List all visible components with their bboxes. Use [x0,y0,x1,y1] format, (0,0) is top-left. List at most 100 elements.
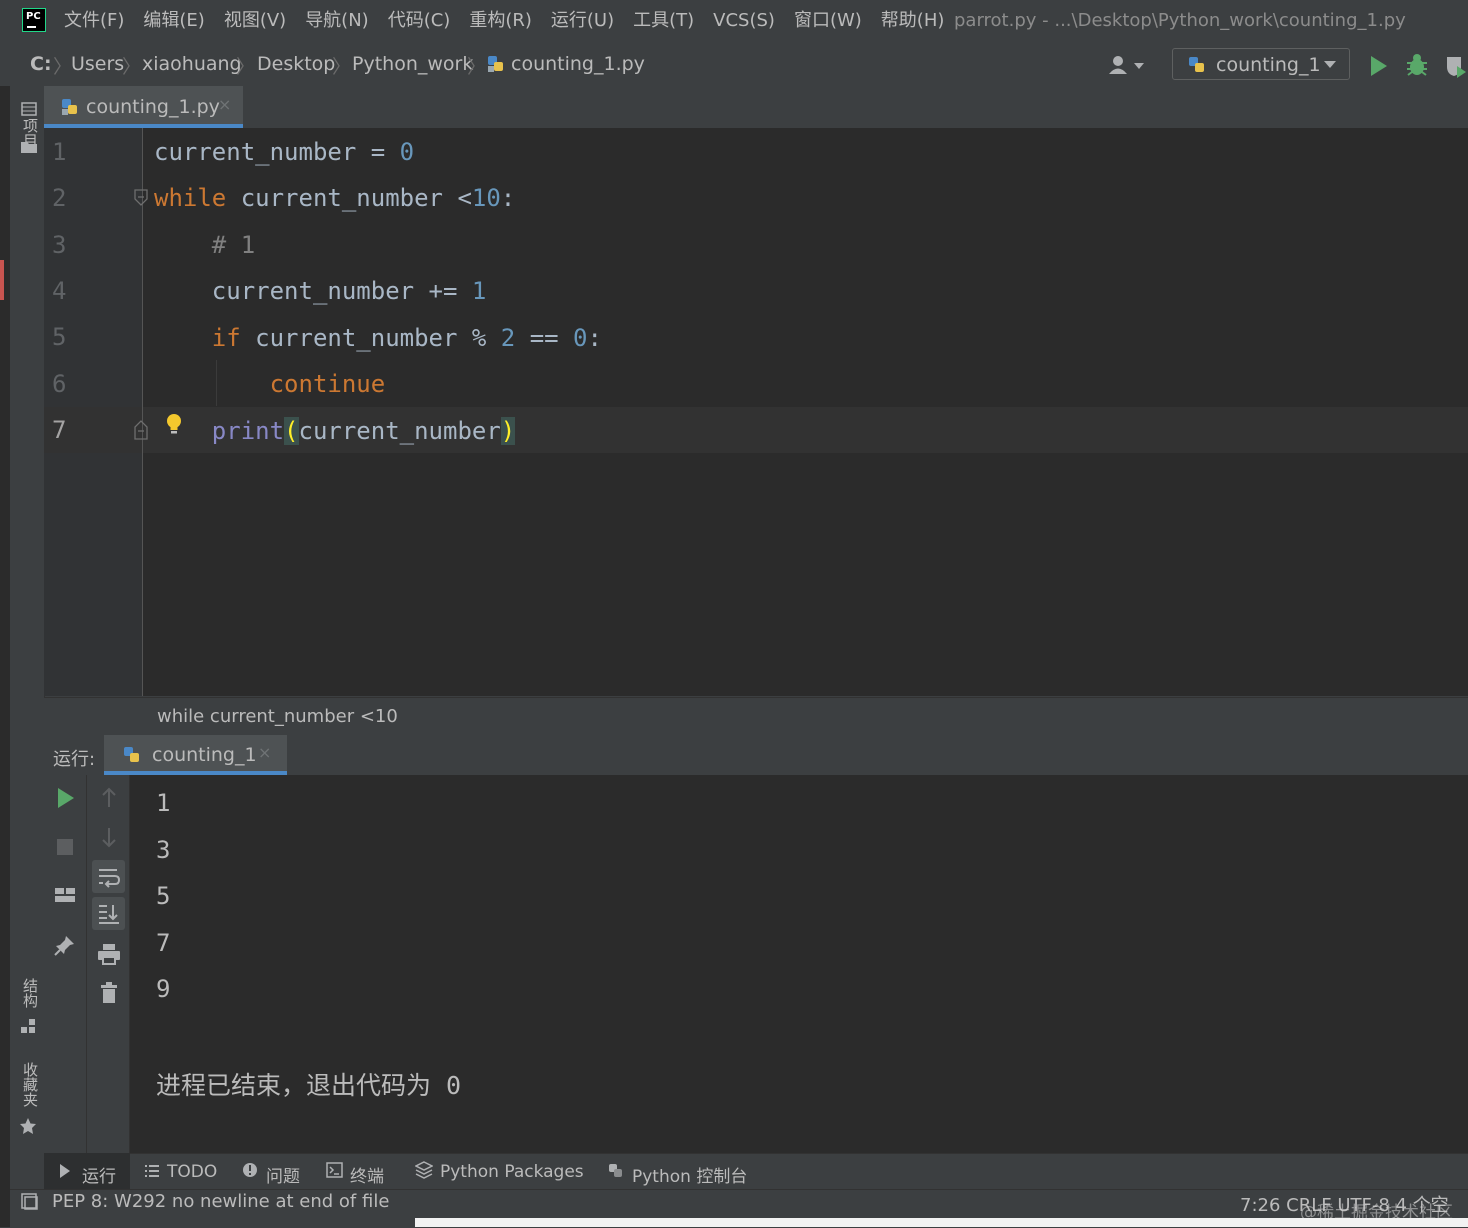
toolbar-divider [86,775,87,1153]
run-icon[interactable] [1369,55,1389,77]
bottom-tab-terminal[interactable]: 终端 [350,1162,384,1187]
menu-refactor[interactable]: 重构(R) [469,10,532,32]
python-icon [124,747,139,762]
up-arrow-icon[interactable] [100,787,118,809]
line-number: 5 [52,323,67,351]
run-tab-icon [60,1164,70,1178]
menu-edit[interactable]: 编辑(E) [143,10,204,32]
favorites-tool-label[interactable]: 收藏夹 [20,1062,41,1107]
bottom-tab-python-console[interactable]: Python 控制台 [632,1162,747,1187]
menu-view[interactable]: 视图(V) [224,10,286,32]
code-line-1: current_number = 0 [154,138,415,166]
editor-tab-counting[interactable]: counting_1.py × [44,86,243,128]
debug-icon[interactable] [1405,53,1429,77]
chevron-down-icon [1324,61,1336,68]
line-number: 3 [52,231,67,259]
pin-icon[interactable] [54,934,76,956]
soft-wrap-button[interactable] [92,860,125,893]
scroll-end-icon [99,905,119,924]
code-line-6: continue [269,370,386,398]
layout-icon[interactable] [54,886,76,904]
project-grid-icon [21,102,37,116]
user-icon[interactable] [1107,54,1147,76]
menu-vcs[interactable]: VCS(S) [713,10,775,32]
code-breadcrumb[interactable]: while current_number <10 [157,706,398,727]
code-breadcrumb-bar: while current_number <10 [44,697,1468,736]
breadcrumb-separator: 〉 [236,56,256,78]
pycharm-logo-icon: PC [22,8,46,32]
line-number: 4 [52,277,67,305]
breadcrumb-file[interactable]: counting_1.py [511,53,645,75]
close-icon[interactable]: × [258,743,271,762]
breadcrumb-separator: 〉 [53,56,73,78]
code-line-4: current_number += 1 [154,277,487,305]
stop-icon[interactable] [56,838,74,856]
structure-tool-label[interactable]: 结构 [20,978,41,1008]
output-line: 7 [156,929,171,957]
trash-icon[interactable] [100,982,118,1004]
breadcrumb-drive[interactable]: C: [30,53,52,75]
fold-icon[interactable] [133,189,149,207]
run-panel-title: 运行: [53,749,96,770]
window-title: parrot.py - ...\Desktop\Python_work\coun… [954,10,1406,31]
process-exit-message: 进程已结束，退出代码为 0 [156,1071,462,1100]
line-number: 6 [52,370,67,398]
bottom-tab-python-packages[interactable]: Python Packages [440,1162,584,1182]
breadcrumb-folder[interactable]: Python_work [352,53,473,75]
soft-wrap-icon [99,869,121,888]
main-menu: 文件(F) 编辑(E) 视图(V) 导航(N) 代码(C) 重构(R) 运行(U… [64,10,963,32]
breadcrumb-users[interactable]: Users [71,53,124,75]
python-file-icon [62,99,77,115]
breadcrumb-user[interactable]: xiaohuang [142,53,242,75]
menu-file[interactable]: 文件(F) [64,10,124,32]
run-tab-label: counting_1 [152,744,257,766]
print-icon[interactable] [97,943,121,965]
left-edge [0,86,10,1227]
editor-tab-label: counting_1.py [86,96,220,118]
todo-icon [145,1165,159,1177]
menu-code[interactable]: 代码(C) [388,10,451,32]
close-icon[interactable]: × [218,95,231,114]
line-number-current: 7 [52,416,67,444]
code-line-5: if current_number % 2 == 0: [211,324,602,352]
rerun-icon[interactable] [56,787,76,809]
editor-tab-bar [44,86,1468,129]
gutter-divider [142,128,143,696]
star-icon [20,1118,36,1134]
line-number: 2 [52,184,67,212]
coverage-icon[interactable] [1444,54,1468,78]
scroll-to-end-button[interactable] [92,897,125,930]
folder-icon[interactable] [20,140,38,154]
structure-icon [21,1019,35,1033]
bottom-tab-run[interactable]: 运行 [82,1162,116,1187]
python-icon [1189,57,1204,72]
breadcrumb-separator: 〉 [122,56,142,78]
run-configuration-label: counting_1 [1216,54,1321,76]
breadcrumb-desktop[interactable]: Desktop [257,53,335,75]
menu-run[interactable]: 运行(U) [551,10,614,32]
output-line: 9 [156,975,171,1003]
output-line: 1 [156,789,171,817]
status-message: PEP 8: W292 no newline at end of file [52,1191,390,1212]
code-line-7: print(current_number) [211,417,516,445]
run-tab-counting[interactable]: counting_1 × [104,735,287,775]
edge-marker [0,260,4,300]
toggle-tool-windows-icon[interactable] [21,1193,39,1211]
menu-window[interactable]: 窗口(W) [794,10,862,32]
python-file-icon [488,56,503,72]
fold-end-icon[interactable] [133,419,149,441]
down-arrow-icon[interactable] [100,826,118,848]
code-line-3: # 1 [211,231,256,259]
code-line-2: while current_number <10: [154,184,516,212]
packages-icon [415,1161,433,1179]
menu-help[interactable]: 帮助(H) [881,10,945,32]
output-line: 3 [156,836,171,864]
menu-tools[interactable]: 工具(T) [633,10,694,32]
taskbar-edge [415,1218,1468,1227]
bottom-tab-todo[interactable]: TODO [167,1162,217,1182]
bottom-tab-problems[interactable]: 问题 [266,1162,300,1187]
menu-navigate[interactable]: 导航(N) [305,10,369,32]
run-configuration-select[interactable]: counting_1 [1172,48,1350,80]
output-line: 5 [156,882,171,910]
breadcrumb-separator: 〉 [332,56,352,78]
